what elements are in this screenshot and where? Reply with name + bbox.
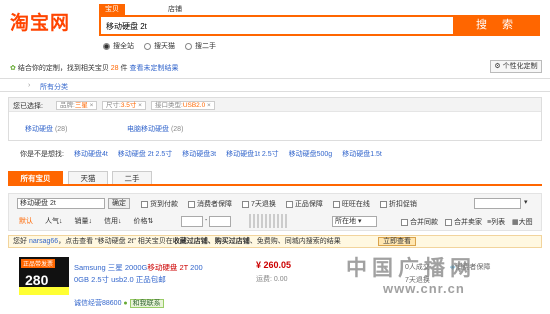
filter-wangwang[interactable]: 旺旺在线 — [332, 199, 370, 209]
leaf-icon: ✿ — [10, 65, 16, 72]
radio-checked-icon — [103, 42, 110, 50]
sort-popularity[interactable]: 人气↓ — [45, 216, 63, 226]
arrow-down-icon: ↓ — [59, 218, 63, 225]
region-select[interactable] — [474, 198, 521, 209]
filter-authentic[interactable]: 正品保障 — [285, 199, 323, 209]
arrow-down-icon: ↓ — [118, 218, 122, 225]
suggestion-link[interactable]: 移动硬盘1t 2.5寸 — [226, 149, 279, 159]
radio-secondhand[interactable]: 搜二手 — [185, 41, 216, 51]
category-link-mobile-hdd[interactable]: 移动硬盘 (28) — [25, 124, 67, 134]
thumb-ribbon — [19, 287, 69, 295]
suggestion-link[interactable]: 移动硬盘4t — [74, 149, 108, 159]
filter-chip-brand[interactable]: 品牌:三星 × — [56, 101, 98, 110]
item-title[interactable]: Samsung 三星 2000G移动硬盘 2T 200 0GB 2.5寸 usb… — [74, 262, 203, 286]
filter-discount[interactable]: 折扣促销 — [379, 199, 417, 209]
radio-icon — [144, 42, 151, 50]
search-input[interactable]: 移动硬盘 2t — [99, 15, 455, 36]
merge-same-items[interactable]: 合并同款 — [401, 217, 438, 227]
filter-7day[interactable]: 7天退换 — [242, 199, 276, 209]
checkbox-icon — [332, 200, 340, 208]
chevron-down-icon[interactable]: ▾ — [524, 198, 528, 206]
price-dash: - — [205, 217, 208, 224]
confirm-button[interactable]: 确定 — [108, 198, 130, 209]
close-icon[interactable]: × — [90, 102, 94, 109]
tab-all-items[interactable]: 所有宝贝 — [8, 171, 63, 184]
watermark-url: www.cnr.cn — [383, 281, 465, 296]
location-select[interactable]: 所在地 ▾ — [332, 216, 377, 227]
notice-bar: 您好 narsag66，点击查看 "移动硬盘 2t" 相关宝贝在收藏过店铺、购买… — [8, 235, 542, 248]
checkbox-icon — [379, 200, 387, 208]
custom-info: ✿ 结合你的定制，找到相关宝贝 28 件 查看未定制结果 — [10, 65, 179, 72]
search-query: 移动硬盘 2t — [106, 22, 147, 31]
price-distribution-chart — [249, 214, 289, 228]
service-filters: 货到付款 消费者保障 7天退换 正品保障 旺旺在线 折扣促销 — [141, 199, 417, 209]
seller-name[interactable]: 诚信经营88600 — [74, 300, 121, 307]
close-icon[interactable]: × — [138, 102, 142, 109]
item-thumbnail[interactable]: 正品带发票 280 — [19, 257, 69, 295]
radio-tmall[interactable]: 搜天猫 — [144, 41, 175, 51]
taobao-logo[interactable]: 淘宝网 — [10, 8, 70, 35]
custom-settings-button[interactable]: ⚙ 个性化定制 — [490, 60, 542, 73]
inline-search-input[interactable]: 移动硬盘 2t — [17, 198, 105, 209]
radio-icon — [185, 42, 192, 50]
grid-icon: ▦ — [512, 219, 519, 226]
sort-sales[interactable]: 销量↓ — [75, 216, 93, 226]
contact-seller-button[interactable]: 和我联系 — [129, 299, 164, 308]
sort-default[interactable]: 默认 — [19, 216, 33, 226]
chat-icon: ● — [123, 300, 128, 307]
checkbox-icon — [242, 200, 249, 208]
filter-cod[interactable]: 货到付款 — [141, 199, 178, 209]
tab-tmall[interactable]: 天猫 — [68, 171, 108, 184]
sort-credit[interactable]: 信用↓ — [104, 216, 122, 226]
checkbox-icon — [445, 218, 452, 226]
chevron-right-icon: › — [28, 82, 31, 89]
checkbox-icon — [188, 200, 195, 208]
item-price: ¥ 260.05 — [256, 260, 292, 270]
tab-secondhand[interactable]: 二手 — [112, 171, 152, 184]
sort-options: 默认 人气↓ 销量↓ 信用↓ 价格⇅ — [19, 216, 153, 226]
suggestion-link[interactable]: 移动硬盘 2t 2.5寸 — [118, 149, 172, 159]
checkbox-icon — [141, 200, 148, 208]
search-scope: 搜全站 搜天猫 搜二手 — [103, 41, 216, 51]
watermark-text: 中国广播网 — [346, 257, 476, 280]
seller-info: 诚信经营88600 ● 和我联系 — [74, 298, 164, 308]
filter-toolbar: 移动硬盘 2t 确定 货到付款 消费者保障 7天退换 正品保障 旺旺在线 折扣促… — [8, 193, 542, 231]
thumb-number: 280 — [25, 272, 49, 288]
arrow-updown-icon: ⇅ — [147, 218, 154, 225]
merge-sellers[interactable]: 合并卖家 — [445, 217, 482, 227]
suggestion-link[interactable]: 移动硬盘500g — [289, 149, 333, 159]
category-link-pc-mobile-hdd[interactable]: 电脑移动硬盘 (28) — [127, 124, 183, 134]
filter-panel: 您已选择: 品牌:三星 × 尺寸:3.5寸 × 接口类型:USB2.0 × 移动… — [8, 97, 542, 141]
selected-label: 您已选择: — [13, 103, 43, 110]
radio-all[interactable]: 搜全站 — [103, 41, 134, 51]
category-bar: › 所有分类 — [0, 78, 550, 92]
suggestions-label: 你是不是想找: — [20, 151, 64, 158]
filter-chip-interface[interactable]: 接口类型:USB2.0 × — [151, 101, 215, 110]
arrow-down-icon: ↓ — [88, 218, 93, 225]
search-button[interactable]: 搜 索 — [455, 15, 540, 36]
price-min-input[interactable] — [181, 216, 203, 227]
checkbox-icon — [285, 200, 293, 208]
item-shipping: 运费: 0.00 — [256, 276, 288, 283]
username[interactable]: narsag66 — [29, 238, 58, 245]
view-uncustomized-link[interactable]: 查看未定制结果 — [129, 65, 178, 72]
all-categories-link[interactable]: 所有分类 — [40, 82, 68, 92]
selected-filters: 您已选择: 品牌:三星 × 尺寸:3.5寸 × 接口类型:USB2.0 × — [9, 98, 541, 112]
sort-price[interactable]: 价格⇅ — [134, 216, 154, 226]
suggestion-link[interactable]: 移动硬盘1.5t — [342, 149, 382, 159]
checkbox-icon — [401, 218, 408, 226]
gear-icon: ⚙ — [494, 63, 501, 70]
thumb-tag: 正品带发票 — [21, 259, 56, 268]
suggestion-link[interactable]: 移动硬盘3t — [182, 149, 216, 159]
view-grid-button[interactable]: ▦大图 — [512, 217, 533, 227]
view-list-button[interactable]: ≡列表 — [487, 217, 505, 227]
suggestions: 你是不是想找: 移动硬盘4t 移动硬盘 2t 2.5寸 移动硬盘3t 移动硬盘1… — [20, 149, 382, 159]
result-count: 28 — [110, 65, 119, 72]
filter-guarantee[interactable]: 消费者保障 — [188, 199, 232, 209]
close-icon[interactable]: × — [207, 102, 211, 109]
filter-chip-size[interactable]: 尺寸:3.5寸 × — [102, 101, 146, 110]
price-max-input[interactable] — [209, 216, 231, 227]
view-now-button[interactable]: 立即查看 — [378, 237, 416, 246]
result-tabs: 所有宝贝 天猫 二手 — [8, 171, 542, 186]
